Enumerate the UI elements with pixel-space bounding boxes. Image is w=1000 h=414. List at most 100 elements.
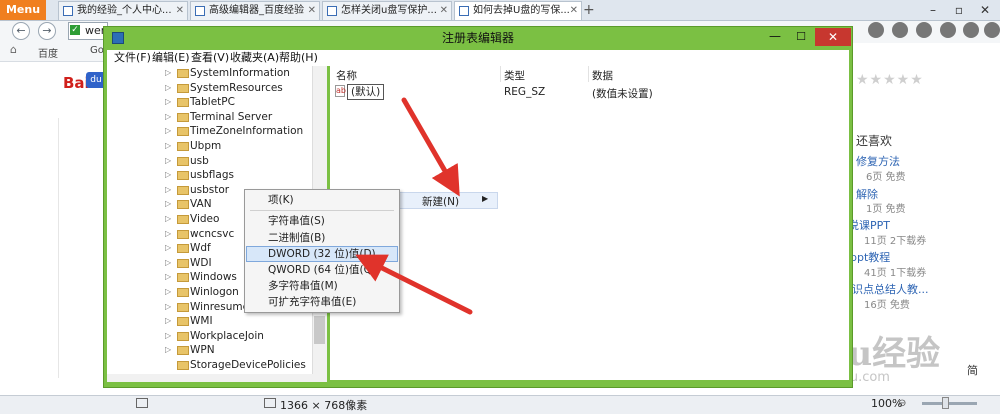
menu-view[interactable]: 查看(V) xyxy=(191,50,229,66)
expand-icon[interactable]: ▷ xyxy=(165,256,171,271)
tree-hscrollbar[interactable] xyxy=(107,374,327,382)
maximize-icon[interactable]: ▫ xyxy=(946,0,972,20)
favorite-baidu[interactable]: 百度 xyxy=(38,45,58,60)
close-window-icon[interactable]: ✕ xyxy=(972,0,998,20)
menu-item-expandstring[interactable]: 可扩充字符串值(E) xyxy=(268,295,356,309)
favorite-go[interactable]: Go xyxy=(90,45,104,56)
close-icon[interactable]: ✕ xyxy=(570,2,578,20)
close-button[interactable]: ✕ xyxy=(815,28,851,46)
folder-icon xyxy=(177,273,189,283)
toolbar-lock-icon[interactable] xyxy=(868,22,884,38)
new-tab-button[interactable]: + xyxy=(583,1,595,19)
toolbar-download2-icon[interactable] xyxy=(940,22,956,38)
menu-item-dword[interactable]: DWORD (32 位)值(D) xyxy=(268,247,376,261)
tree-node[interactable]: ▷ WorkplaceJoin xyxy=(107,329,327,344)
menu-edit[interactable]: 编辑(E) xyxy=(152,50,190,66)
back-icon[interactable]: ← xyxy=(12,22,30,40)
expand-icon[interactable]: ▷ xyxy=(165,329,171,344)
toolbar-star-icon[interactable] xyxy=(892,22,908,38)
close-icon[interactable]: ✕ xyxy=(440,2,448,20)
expand-icon[interactable]: ▷ xyxy=(165,285,171,300)
close-icon[interactable]: ✕ xyxy=(176,2,184,20)
expand-icon[interactable]: ▷ xyxy=(165,139,171,154)
expand-icon[interactable]: ▷ xyxy=(165,168,171,183)
values-pane[interactable] xyxy=(330,66,849,380)
expand-icon[interactable]: ▷ xyxy=(165,95,171,110)
zoom-out-icon[interactable]: ⊖ xyxy=(898,398,906,409)
expand-icon[interactable]: ▷ xyxy=(165,241,171,256)
screen-icon[interactable] xyxy=(136,398,148,408)
tree-node[interactable]: ▷ Ubpm xyxy=(107,139,327,154)
tab-my-experience[interactable]: 我的经验_个人中心... ✕ xyxy=(58,1,188,20)
expand-icon[interactable]: ▷ xyxy=(165,81,171,96)
tab-current[interactable]: 如何去掉U盘的写保... ✕ xyxy=(454,1,582,20)
language-indicator[interactable]: 简 xyxy=(967,362,978,378)
tree-node[interactable]: ▷ SystemInformation xyxy=(107,66,327,81)
expand-icon[interactable]: ▷ xyxy=(165,124,171,139)
expand-icon[interactable]: ▷ xyxy=(165,154,171,169)
column-name[interactable]: 名称 xyxy=(336,68,357,83)
menu-item-key[interactable]: 项(K) xyxy=(268,193,294,207)
home-icon[interactable]: ⌂ xyxy=(10,44,22,56)
tree-scrollbar-thumb[interactable] xyxy=(314,316,325,344)
tree-node[interactable]: ▷ TimeZoneInformation xyxy=(107,124,327,139)
expand-icon[interactable]: ▷ xyxy=(165,314,171,329)
expand-icon[interactable]: ▷ xyxy=(165,227,171,242)
menu-item-multistring[interactable]: 多字符串值(M) xyxy=(268,279,338,293)
tab-write-protect[interactable]: 怎样关闭u盘写保护... ✕ xyxy=(322,1,452,20)
folder-icon xyxy=(177,258,189,268)
page-icon xyxy=(327,6,337,16)
tree-node[interactable]: ▷ TabletPC xyxy=(107,95,327,110)
zoom-slider[interactable] xyxy=(922,402,977,405)
submenu-arrow-icon: ▶ xyxy=(482,194,489,203)
related-meta: 1页 免费 xyxy=(866,204,906,215)
expand-icon[interactable]: ▷ xyxy=(165,300,171,315)
menu-file[interactable]: 文件(F) xyxy=(114,50,151,66)
expand-icon[interactable]: ▷ xyxy=(165,66,171,81)
related-link[interactable]: 修复方法 xyxy=(856,153,900,169)
column-type[interactable]: 类型 xyxy=(504,68,525,83)
tree-node[interactable]: ▷ Terminal Server xyxy=(107,110,327,125)
folder-icon xyxy=(177,215,189,224)
menu-item-string[interactable]: 字符串值(S) xyxy=(268,214,325,228)
related-link[interactable]: 说课PPT xyxy=(848,217,890,233)
value-name[interactable]: (默认) xyxy=(347,84,385,100)
browser-menu-button[interactable]: Menu xyxy=(0,0,46,20)
column-divider[interactable] xyxy=(588,66,589,82)
column-data[interactable]: 数据 xyxy=(592,68,613,83)
menu-item-binary[interactable]: 二进制值(B) xyxy=(268,231,325,245)
related-link[interactable]: ppt教程 xyxy=(850,249,890,265)
forward-icon[interactable]: → xyxy=(38,22,56,40)
close-icon[interactable]: ✕ xyxy=(308,2,316,20)
tree-node[interactable]: ▷ usb xyxy=(107,154,327,169)
zoom-slider-thumb[interactable] xyxy=(942,397,949,409)
tree-node[interactable]: ▷ WMI xyxy=(107,314,327,329)
minimize-icon[interactable]: — xyxy=(764,30,786,44)
tree-node-label: VAN xyxy=(190,198,212,211)
folder-icon xyxy=(177,200,189,210)
folder-icon xyxy=(177,112,189,122)
expand-icon[interactable]: ▷ xyxy=(165,197,171,212)
minimize-icon[interactable]: – xyxy=(920,0,946,20)
menu-favorites[interactable]: 收藏夹(A) xyxy=(230,50,279,66)
expand-icon[interactable]: ▷ xyxy=(165,212,171,227)
expand-icon[interactable]: ▷ xyxy=(165,343,171,358)
menu-help[interactable]: 帮助(H) xyxy=(279,50,318,66)
expand-icon[interactable]: ▷ xyxy=(165,270,171,285)
tab-advanced-editor[interactable]: 高级编辑器_百度经验 ✕ xyxy=(190,1,320,20)
expand-icon[interactable]: ▷ xyxy=(165,110,171,125)
maximize-icon[interactable]: ☐ xyxy=(790,30,812,44)
tree-node[interactable]: ▷ WPN xyxy=(107,343,327,358)
column-divider[interactable] xyxy=(500,66,501,82)
tree-node[interactable]: StorageDevicePolicies xyxy=(107,358,327,373)
tree-node-label: WPN xyxy=(190,344,215,357)
expand-icon[interactable]: ▷ xyxy=(165,183,171,198)
related-link[interactable]: 识点总结人教... xyxy=(852,281,929,297)
toolbar-game-icon[interactable] xyxy=(963,22,979,38)
toolbar-more-icon[interactable] xyxy=(984,22,1000,38)
tree-node[interactable]: ▷ SystemResources xyxy=(107,81,327,96)
tree-node[interactable]: ▷ usbflags xyxy=(107,168,327,183)
tab-title: 我的经验_个人中心... xyxy=(77,5,172,16)
menu-item-qword[interactable]: QWORD (64 位)值(Q) xyxy=(268,263,376,277)
toolbar-download-icon[interactable] xyxy=(916,22,932,38)
